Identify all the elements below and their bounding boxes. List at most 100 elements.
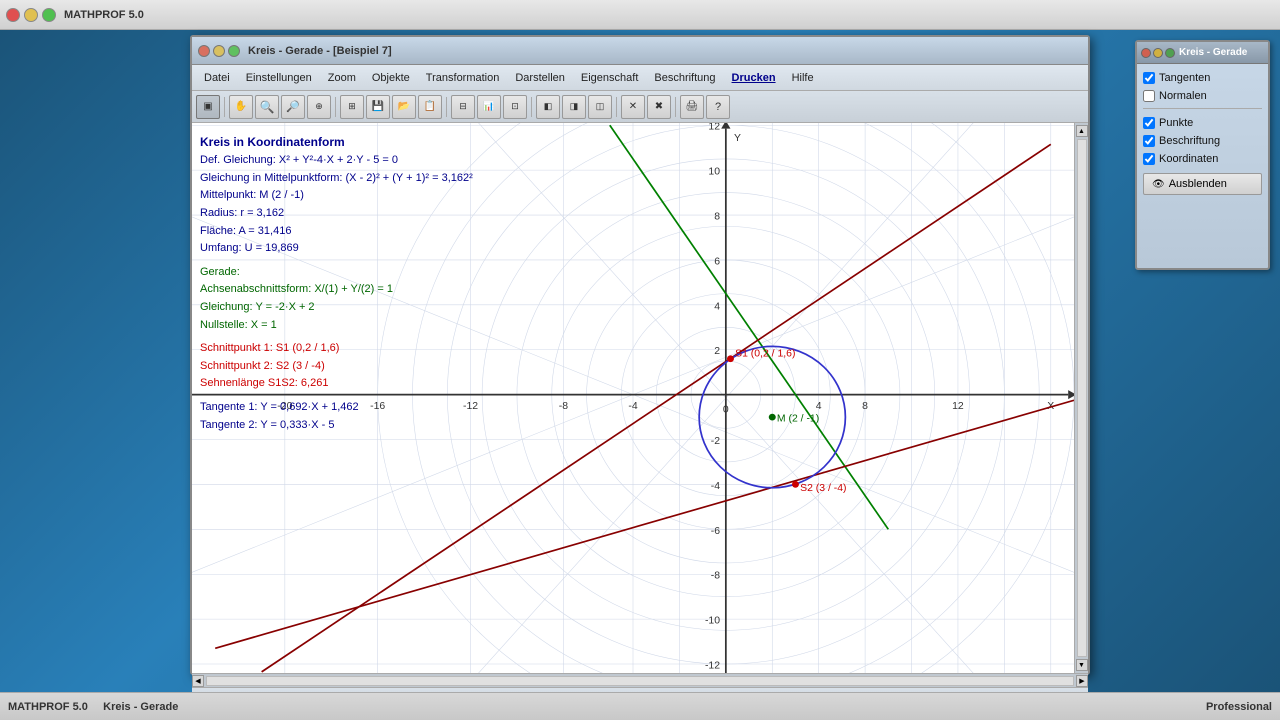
status-app-name: MATHPROF 5.0 [8,701,88,713]
ausblenden-icon: 👁 [1152,179,1165,190]
svg-text:12: 12 [708,123,720,133]
info-gerade2: Gleichung: Y = -2·X + 2 [200,299,473,317]
menu-drucken[interactable]: Drucken [724,69,784,87]
svg-text:6: 6 [714,257,720,268]
toolbar-sep-3 [446,97,447,117]
toolbar-grid-btn[interactable]: ⊞ [340,95,364,119]
toolbar-zoom-in-btn[interactable]: 🔍 [255,95,279,119]
toolbar-sep-5 [616,97,617,117]
info-tangente2: Tangente 2: Y = 0,333·X - 5 [200,417,473,435]
toolbar: ▣ ✋ 🔍 🔎 ⊕ ⊞ 💾 📂 📋 ⊟ 📊 ⊡ ◧ ◨ ◫ ✕ ✖ 🖨 ? [192,91,1088,123]
scroll-up-arrow[interactable]: ▲ [1076,125,1088,137]
info-overlay: Kreis in Koordinatenform Def. Gleichung:… [200,133,473,434]
ausblenden-button[interactable]: 👁 Ausblenden [1143,173,1262,195]
info-line2: Gleichung in Mittelpunktform: (X - 2)² +… [200,170,473,188]
menu-beschriftung[interactable]: Beschriftung [646,69,723,87]
tangenten-label: Tangenten [1159,72,1210,84]
menu-darstellen[interactable]: Darstellen [507,69,573,87]
koordinaten-label: Koordinaten [1159,153,1218,165]
toolbar-prop-btn[interactable]: ⊡ [503,95,527,119]
beschriftung-checkbox[interactable] [1143,135,1155,147]
info-gerade1: Achsenabschnittsform: X/(1) + Y/(2) = 1 [200,281,473,299]
svg-text:4: 4 [816,401,822,412]
toolbar-copy-btn[interactable]: 📋 [418,95,442,119]
toolbar-print-btn[interactable]: 🖨 [680,95,704,119]
scrollbar-right[interactable]: ▲ ▼ [1074,123,1088,673]
toolbar-zoom-reset-btn[interactable]: ⊕ [307,95,331,119]
info-line3: Mittelpunkt: M (2 / -1) [200,187,473,205]
normalen-checkbox[interactable] [1143,90,1155,102]
main-min-btn[interactable] [213,45,225,57]
outer-max-btn[interactable] [42,8,56,22]
punkte-row[interactable]: Punkte [1143,117,1262,129]
sp-min-btn[interactable] [1153,48,1163,58]
scroll-left-arrow[interactable]: ◀ [192,675,204,687]
svg-text:S1 (0,2 / 1,6): S1 (0,2 / 1,6) [735,349,795,360]
menu-zoom[interactable]: Zoom [320,69,364,87]
svg-text:-10: -10 [705,616,720,627]
info-line5: Fläche: A = 31,416 [200,223,473,241]
toolbar-select-btn[interactable]: ▣ [196,95,220,119]
outer-min-btn[interactable] [24,8,38,22]
svg-text:-4: -4 [711,481,721,492]
main-max-btn[interactable] [228,45,240,57]
main-window-controls[interactable] [198,45,240,57]
sp-max-btn[interactable] [1165,48,1175,58]
toolbar-help-btn[interactable]: ? [706,95,730,119]
punkte-label: Punkte [1159,117,1193,129]
outer-window-controls[interactable] [6,8,56,22]
toolbar-sep-1 [224,97,225,117]
svg-text:-8: -8 [711,571,721,582]
toolbar-sep-6 [675,97,676,117]
toolbar-hand-btn[interactable]: ✋ [229,95,253,119]
side-panel-controls[interactable] [1141,48,1175,58]
menu-objekte[interactable]: Objekte [364,69,418,87]
toolbar-chart-btn[interactable]: 📊 [477,95,501,119]
side-panel-titlebar: Kreis - Gerade [1137,42,1268,64]
tangenten-checkbox[interactable] [1143,72,1155,84]
scroll-down-arrow[interactable]: ▼ [1076,659,1088,671]
sp-close-btn[interactable] [1141,48,1151,58]
info-tangente1: Tangente 1: Y = 0,692·X + 1,462 [200,399,473,417]
side-divider [1143,108,1262,109]
punkte-checkbox[interactable] [1143,117,1155,129]
svg-text:-12: -12 [705,661,720,672]
toolbar-open-btn[interactable]: 📂 [392,95,416,119]
beschriftung-row[interactable]: Beschriftung [1143,135,1262,147]
svg-text:8: 8 [862,401,868,412]
scrollbar-bottom[interactable]: ◀ ▶ [192,673,1088,687]
main-close-btn[interactable] [198,45,210,57]
menu-transformation[interactable]: Transformation [418,69,508,87]
toolbar-view2-btn[interactable]: ◨ [562,95,586,119]
svg-text:2: 2 [714,346,720,357]
toolbar-view3-btn[interactable]: ◫ [588,95,612,119]
status-left: MATHPROF 5.0 Kreis - Gerade [8,701,1206,713]
svg-text:-6: -6 [711,526,721,537]
toolbar-view1-btn[interactable]: ◧ [536,95,560,119]
scroll-track-right[interactable] [1077,139,1087,657]
normalen-label: Normalen [1159,90,1207,102]
graph-area[interactable]: -20 -16 -12 -8 -4 0 4 8 12 X 12 10 8 6 [192,123,1074,673]
side-panel-content: Tangenten Normalen Punkte Beschriftung K… [1137,64,1268,203]
normalen-row[interactable]: Normalen [1143,90,1262,102]
scroll-track-bottom[interactable] [206,676,1074,686]
toolbar-close-btn[interactable]: ✕ [621,95,645,119]
menu-hilfe[interactable]: Hilfe [784,69,822,87]
outer-close-btn[interactable] [6,8,20,22]
svg-text:-8: -8 [559,401,569,412]
koordinaten-row[interactable]: Koordinaten [1143,153,1262,165]
koordinaten-checkbox[interactable] [1143,153,1155,165]
scroll-right-arrow[interactable]: ▶ [1076,675,1088,687]
content-area: -20 -16 -12 -8 -4 0 4 8 12 X 12 10 8 6 [192,123,1088,673]
toolbar-sep-4 [531,97,532,117]
toolbar-save-btn[interactable]: 💾 [366,95,390,119]
svg-text:0: 0 [723,405,729,416]
toolbar-table-btn[interactable]: ⊟ [451,95,475,119]
side-panel: Kreis - Gerade Tangenten Normalen Punkte… [1135,40,1270,270]
menu-eigenschaft[interactable]: Eigenschaft [573,69,646,87]
toolbar-x-btn[interactable]: ✖ [647,95,671,119]
toolbar-zoom-out-btn[interactable]: 🔎 [281,95,305,119]
menu-einstellungen[interactable]: Einstellungen [238,69,320,87]
menu-datei[interactable]: Datei [196,69,238,87]
tangenten-row[interactable]: Tangenten [1143,72,1262,84]
